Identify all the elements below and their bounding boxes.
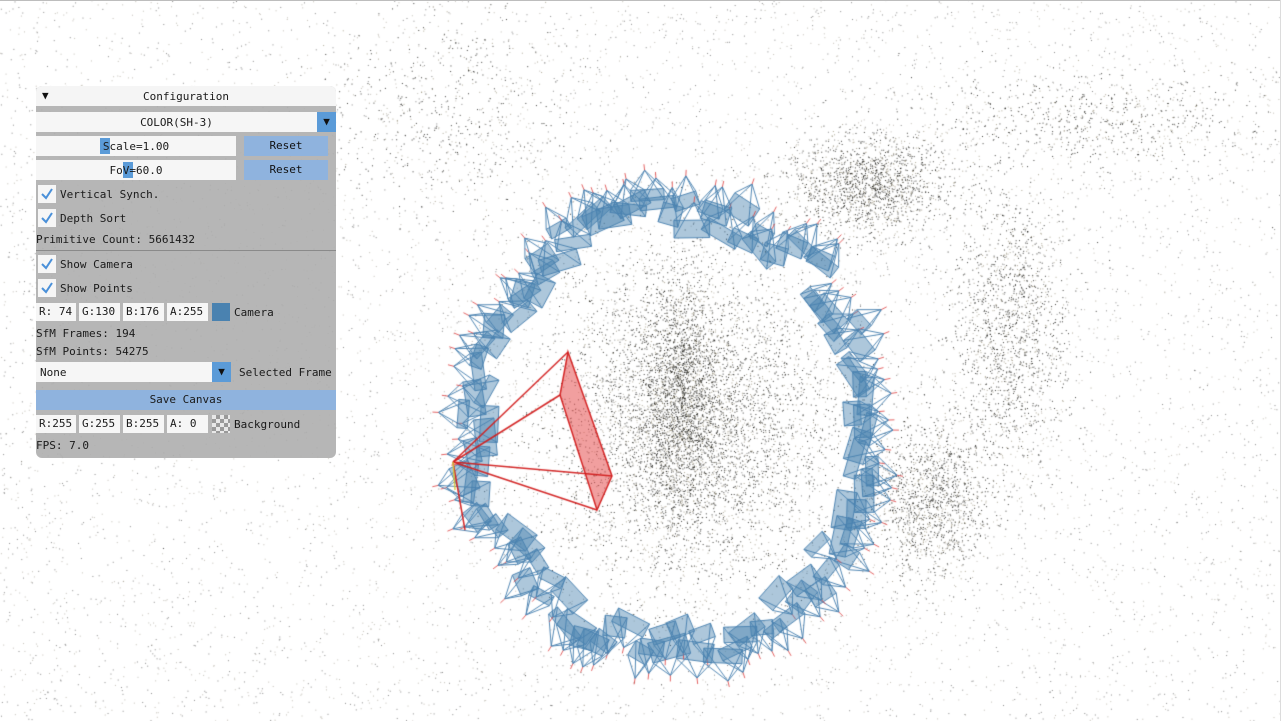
scale-value: Scale=1.00 <box>102 140 170 153</box>
separator <box>36 250 336 251</box>
window-top-border <box>0 0 1281 1</box>
background-g-input[interactable]: G:255 <box>79 415 120 433</box>
scale-reset-button[interactable]: Reset <box>244 136 328 156</box>
background-b-input[interactable]: B:255 <box>123 415 164 433</box>
background-a-input[interactable]: A: 0 <box>167 415 208 433</box>
background-color-label: Background <box>234 418 301 431</box>
sfm-points: SfM Points: 54275 <box>36 345 149 358</box>
background-color-swatch[interactable] <box>212 415 230 433</box>
selected-frame-value: None <box>40 366 67 379</box>
depth-sort-label: Depth Sort <box>60 212 127 225</box>
chevron-down-icon[interactable]: ▼ <box>212 362 231 382</box>
selected-frame-combo[interactable]: None ▼ <box>36 362 231 382</box>
show-points-label: Show Points <box>60 282 133 295</box>
chevron-down-icon[interactable]: ▼ <box>317 112 336 132</box>
checkmark-icon <box>41 212 53 224</box>
fov-value: FoV=60.0 <box>109 164 163 177</box>
vsync-checkbox[interactable] <box>38 185 56 203</box>
checkmark-icon <box>41 282 53 294</box>
show-points-checkbox[interactable] <box>38 279 56 297</box>
fov-slider[interactable]: FoV=60.0 <box>36 160 236 180</box>
vsync-label: Vertical Synch. <box>60 188 160 201</box>
checkmark-icon <box>41 188 53 200</box>
panel-titlebar[interactable]: ▼ Configuration <box>36 86 336 106</box>
fov-reset-button[interactable]: Reset <box>244 160 328 180</box>
background-r-input[interactable]: R:255 <box>36 415 76 433</box>
camera-b-input[interactable]: B:176 <box>123 303 164 321</box>
camera-g-input[interactable]: G:130 <box>79 303 120 321</box>
fps-readout: FPS: 7.0 <box>36 439 89 452</box>
camera-color-label: Camera <box>234 306 274 319</box>
save-canvas-button[interactable]: Save Canvas <box>36 390 336 410</box>
camera-color-swatch[interactable] <box>212 303 230 321</box>
camera-a-input[interactable]: A:255 <box>167 303 208 321</box>
scale-slider[interactable]: Scale=1.00 <box>36 136 236 156</box>
depth-sort-checkbox[interactable] <box>38 209 56 227</box>
camera-r-input[interactable]: R: 74 <box>36 303 76 321</box>
render-mode-value: COLOR(SH-3) <box>140 116 213 129</box>
panel-title: Configuration <box>142 90 230 103</box>
checkmark-icon <box>41 258 53 270</box>
sfm-frames: SfM Frames: 194 <box>36 327 136 340</box>
primitive-count: Primitive Count: 5661432 <box>36 233 195 246</box>
configuration-panel: ▼ Configuration COLOR(SH-3) ▼ Scale=1.00… <box>36 86 336 458</box>
render-mode-combo[interactable]: COLOR(SH-3) ▼ <box>36 112 336 132</box>
show-camera-checkbox[interactable] <box>38 255 56 273</box>
selected-frame-label: Selected Frame <box>239 366 332 379</box>
show-camera-label: Show Camera <box>60 258 133 271</box>
